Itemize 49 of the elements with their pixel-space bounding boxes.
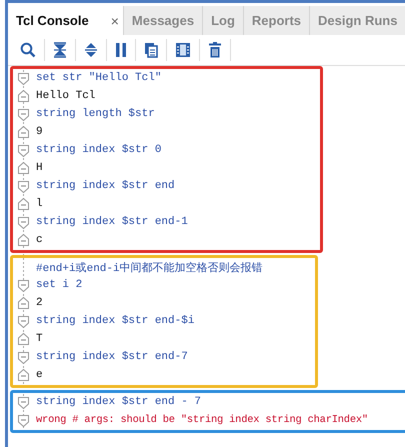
fold-icon[interactable]: [18, 414, 28, 426]
fold-icon[interactable]: [18, 314, 28, 328]
console-line: 9: [36, 126, 43, 138]
pause-icon[interactable]: [115, 42, 127, 58]
console-line: 2: [36, 297, 43, 309]
copy-icon[interactable]: [144, 42, 158, 58]
fold-icon[interactable]: [18, 368, 28, 382]
tab[interactable]: Log: [203, 6, 244, 35]
console-line: string index $str end-7: [36, 351, 188, 363]
tab[interactable]: Reports: [244, 6, 310, 35]
fold-icon[interactable]: [18, 296, 28, 310]
console-line: string index $str end-$i: [36, 315, 194, 327]
fold-icon[interactable]: [18, 216, 28, 228]
expand-icon[interactable]: [84, 42, 98, 58]
console-line: string index $str 0: [36, 144, 162, 156]
console-line: set str "Hello Tcl": [36, 72, 162, 84]
console-line: e: [36, 369, 43, 381]
fold-icon[interactable]: [18, 72, 28, 84]
console-line: string index $str end - 7: [36, 396, 202, 408]
console-line: string index $str end-1: [36, 216, 188, 228]
console-line: set i 2: [36, 279, 82, 291]
fold-icon[interactable]: [18, 180, 28, 192]
console-line: c: [36, 234, 43, 246]
fold-icon[interactable]: [18, 126, 28, 138]
console-line: string length $str: [36, 108, 155, 120]
close-icon[interactable]: ×: [110, 12, 119, 28]
console-line: H: [36, 162, 43, 174]
fold-icon[interactable]: [18, 108, 28, 120]
fold-icon[interactable]: [18, 234, 28, 246]
fold-icon[interactable]: [18, 278, 28, 292]
fold-icon[interactable]: [18, 90, 28, 102]
fold-icon[interactable]: [18, 332, 28, 346]
console-line: wrong # args: should be "string index string charIndex": [36, 414, 368, 426]
console-line: l: [36, 198, 43, 210]
columns-icon[interactable]: [175, 42, 191, 58]
trash-icon[interactable]: [208, 42, 222, 58]
collapse-icon[interactable]: [53, 42, 67, 58]
tab[interactable]: Messages: [124, 6, 204, 35]
console-line: T: [36, 333, 43, 345]
fold-icon[interactable]: [18, 162, 28, 174]
fold-icon[interactable]: [18, 198, 28, 210]
fold-icon[interactable]: [18, 350, 28, 364]
fold-icon[interactable]: [18, 144, 28, 156]
search-icon[interactable]: [20, 42, 36, 58]
console-line: #end+i或end-i中间都不能加空格否则会报错: [36, 260, 263, 274]
console-line: Hello Tcl: [36, 90, 96, 102]
tab[interactable]: Design Runs: [310, 6, 405, 35]
console-line: string index $str end: [36, 180, 175, 192]
fold-icon[interactable]: [18, 396, 28, 408]
